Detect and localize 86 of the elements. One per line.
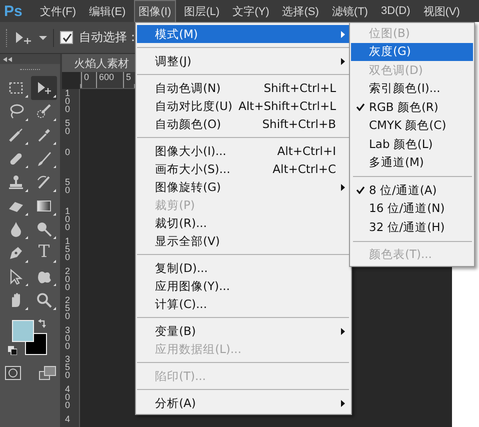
ruler-label: 600 <box>96 72 123 88</box>
tool-button[interactable] <box>31 76 57 100</box>
menu-item[interactable]: 多通道(M) <box>351 154 473 172</box>
menu-bar-item[interactable]: 视图(V) <box>418 0 465 22</box>
menu-item[interactable]: 裁切(R)... <box>137 214 350 232</box>
document-tab[interactable]: 火焰人素材 <box>62 54 137 72</box>
menu-item[interactable]: RGB 颜色(R) <box>351 98 473 116</box>
ruler-label: 100 <box>65 207 71 234</box>
menu-item[interactable]: 变量(B) <box>137 322 350 340</box>
pen-icon <box>8 244 24 261</box>
knife-icon <box>8 126 24 143</box>
quick-mask-icon[interactable] <box>4 366 20 380</box>
ruler-label: 250 <box>65 296 71 324</box>
drop-icon <box>8 221 24 238</box>
ruler-label: 0 <box>65 148 71 160</box>
collapse-icon[interactable] <box>3 56 12 62</box>
menu-item[interactable]: 16 位/通道(N) <box>351 200 473 218</box>
app-logo: Ps <box>4 2 24 20</box>
menu-bar-item[interactable]: 文字(Y) <box>228 0 274 22</box>
ruler-label: 200 <box>65 266 71 294</box>
ruler-label: 50 <box>65 178 71 197</box>
menu-item[interactable]: 自动对比度(U) Alt+Shift+Ctrl+L <box>137 97 350 115</box>
submenu-arrow-icon <box>341 328 345 334</box>
menu-item[interactable]: 应用图像(Y)... <box>137 277 350 295</box>
menu-bar-item[interactable]: 图层(L) <box>179 0 225 22</box>
submenu-arrow-icon <box>341 30 345 38</box>
menu-bar-item[interactable]: 编辑(E) <box>84 0 131 22</box>
tool-button[interactable]: T <box>31 241 57 265</box>
check-icon <box>356 103 364 112</box>
gradient-icon <box>36 198 52 214</box>
menu-item[interactable]: 模式(M) <box>137 25 350 43</box>
menu-bar-item[interactable]: 选择(S) <box>277 0 324 22</box>
ruler-label: 100 <box>65 89 71 116</box>
menu-item[interactable]: 显示全部(V) <box>137 232 350 250</box>
caret-icon[interactable] <box>39 34 47 40</box>
lasso-icon <box>8 103 24 120</box>
move-icon[interactable] <box>15 30 33 44</box>
eyedropper-icon <box>36 126 52 143</box>
screen-mode-icon[interactable] <box>38 366 56 381</box>
menu-item[interactable]: 图像旋转(G) <box>137 178 350 196</box>
brush-icon <box>36 150 52 167</box>
menu-item[interactable]: 索引颜色(I)... <box>351 80 473 98</box>
submenu-arrow-icon <box>341 184 345 190</box>
ruler-label: 300 <box>65 326 71 353</box>
submenu-arrow-icon <box>341 400 345 406</box>
ruler-label: 5 <box>123 72 132 88</box>
submenu-arrow-icon <box>341 58 345 64</box>
stamp-icon <box>8 174 24 190</box>
default-colors-icon[interactable] <box>8 346 17 355</box>
menu-item[interactable]: 32 位/通道(H) <box>351 218 473 236</box>
menu-item[interactable]: 计算(C)... <box>137 295 350 313</box>
brush-icon <box>36 103 52 120</box>
check-icon <box>356 186 364 194</box>
menu-item[interactable]: 自动颜色(O) Shift+Ctrl+B <box>137 115 350 133</box>
color-swatches-drawing[interactable] <box>12 320 47 355</box>
menu-item[interactable]: 复制(D)... <box>137 259 350 277</box>
menu-bar-item[interactable]: 滤镜(T) <box>326 0 373 22</box>
menu-item[interactable]: 8 位/通道(A) <box>351 181 473 200</box>
ruler-label: 50 <box>65 118 71 138</box>
ruler-label: 400 <box>65 384 71 412</box>
search-icon <box>36 292 52 308</box>
menu-item[interactable]: 分析(A) <box>137 394 350 412</box>
menu-item[interactable]: CMYK 颜色(C) <box>351 116 473 135</box>
arrow-cursor-icon <box>8 268 24 285</box>
magnifier-icon <box>36 221 52 238</box>
swap-arrow-icon[interactable] <box>38 318 47 328</box>
brush-icon <box>36 174 52 190</box>
menu-bar-item[interactable]: 3D(D) <box>376 1 416 21</box>
ruler-label: 350 <box>65 355 71 382</box>
auto-select-checkbox[interactable] <box>60 31 73 44</box>
menu-item[interactable]: 灰度(G) <box>351 42 473 61</box>
menu-item[interactable]: Lab 颜色(L) <box>351 135 473 154</box>
ruler-label: 4 <box>65 414 71 426</box>
ruler-label: 150 <box>65 236 71 264</box>
move-icon <box>36 80 52 96</box>
menu-item[interactable]: 自动色调(N) Shift+Ctrl+L <box>137 79 350 97</box>
auto-select-label: 自动选择： <box>79 29 139 46</box>
blob-icon <box>36 268 52 285</box>
menu-item[interactable]: 画布大小(S)... Alt+Ctrl+C <box>137 160 350 178</box>
menu-item[interactable]: 图像大小(I)... Alt+Ctrl+I <box>137 142 350 160</box>
marquee-icon <box>8 80 24 96</box>
ruler-label: 0 <box>81 72 96 88</box>
type-tool-icon: T <box>38 244 50 262</box>
menu-item[interactable]: 调整(J) <box>137 52 350 70</box>
menu-bar-item[interactable]: 图像(I) <box>134 0 176 22</box>
menu-bar-item[interactable]: 文件(F) <box>35 0 82 22</box>
